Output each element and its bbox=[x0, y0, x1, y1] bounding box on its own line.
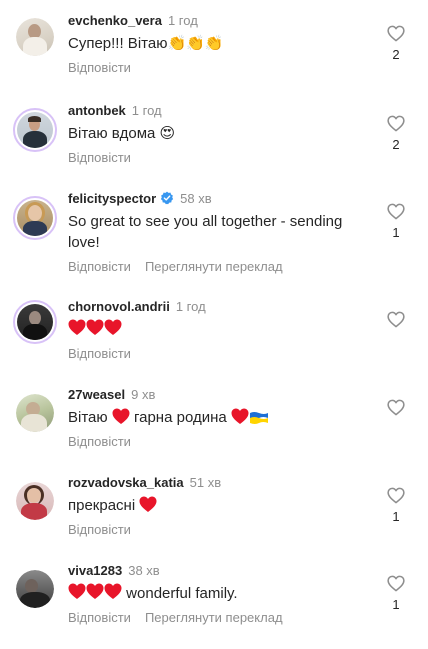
avatar[interactable] bbox=[13, 300, 57, 344]
reply-button[interactable]: Відповісти bbox=[68, 346, 131, 361]
comment-text: wonderful family. bbox=[68, 583, 388, 604]
like-button[interactable]: 1 bbox=[386, 487, 406, 524]
comment-time: 38 хв bbox=[128, 563, 160, 578]
comment-time: 1 год bbox=[167, 13, 198, 28]
comment-time: 9 хв bbox=[131, 387, 156, 402]
comment-time: 58 хв bbox=[180, 191, 212, 206]
clap-emoji: 👏👏👏 bbox=[167, 35, 224, 52]
reply-button[interactable]: Відповісти bbox=[68, 150, 131, 165]
reply-button[interactable]: Відповісти bbox=[68, 60, 131, 75]
red-heart-emoji bbox=[68, 319, 122, 335]
red-heart-emoji bbox=[112, 408, 130, 424]
comment-text bbox=[68, 319, 368, 340]
heart-outline-icon bbox=[387, 25, 405, 42]
red-heart-emoji bbox=[139, 496, 157, 512]
heart-outline-icon bbox=[387, 115, 405, 132]
avatar[interactable] bbox=[16, 394, 54, 432]
comment-text-content: Вітаю вдома bbox=[68, 125, 156, 142]
avatar[interactable] bbox=[13, 196, 57, 240]
avatar[interactable] bbox=[16, 570, 54, 608]
comment-text: Вітаю гарна родина bbox=[68, 407, 368, 428]
comment-text-part: гарна родина bbox=[133, 409, 227, 426]
like-button[interactable]: 2 bbox=[386, 25, 406, 62]
heart-outline-icon bbox=[387, 487, 405, 504]
see-translation-button[interactable]: Переглянути переклад bbox=[145, 610, 283, 625]
avatar[interactable] bbox=[13, 108, 57, 152]
comment-text-content: Супер!!! Вітаю bbox=[68, 35, 168, 52]
comment-text: прекрасні bbox=[68, 495, 368, 516]
comment-username[interactable]: 27weasel bbox=[68, 387, 125, 402]
comment-username[interactable]: rozvadovska_katia bbox=[68, 475, 184, 490]
like-button[interactable]: 1 bbox=[386, 203, 406, 240]
like-count: 1 bbox=[392, 225, 400, 240]
heart-outline-icon bbox=[387, 203, 405, 220]
red-heart-emoji bbox=[231, 408, 249, 424]
red-heart-emoji bbox=[68, 583, 122, 599]
like-button[interactable]: 2 bbox=[386, 115, 406, 152]
comment-text-part: прекрасні bbox=[68, 497, 136, 514]
ukraine-flag-emoji bbox=[249, 412, 268, 424]
like-count: 1 bbox=[392, 597, 400, 612]
heart-eyes-emoji: 😍 bbox=[159, 125, 176, 142]
comment-username[interactable]: viva1283 bbox=[68, 563, 122, 578]
comment-time: 51 хв bbox=[189, 475, 222, 490]
comment-text-part: Вітаю bbox=[68, 409, 108, 426]
like-button[interactable] bbox=[386, 311, 406, 328]
comments-list: evchenko_vera 1 год Супер!!! Вітаю👏👏👏 Від… bbox=[0, 0, 428, 649]
like-count: 2 bbox=[392, 47, 400, 62]
comment-username[interactable]: chornovol.andrii bbox=[68, 299, 170, 314]
comment-text-line: love! bbox=[68, 234, 100, 251]
reply-button[interactable]: Відповісти bbox=[68, 259, 131, 274]
see-translation-button[interactable]: Переглянути переклад bbox=[145, 259, 283, 274]
avatar[interactable] bbox=[16, 18, 54, 56]
like-count: 1 bbox=[392, 509, 400, 524]
comment-text: So great to see you all together - sendi… bbox=[68, 211, 388, 253]
comment-time: 1 год bbox=[175, 299, 206, 314]
heart-outline-icon bbox=[387, 575, 405, 592]
comment-text-line: So great to see you all together - sendi… bbox=[68, 213, 343, 230]
reply-button[interactable]: Відповісти bbox=[68, 522, 131, 537]
like-count: 2 bbox=[392, 137, 400, 152]
heart-outline-icon bbox=[387, 311, 405, 328]
comment-username[interactable]: evchenko_vera bbox=[68, 13, 162, 28]
reply-button[interactable]: Відповісти bbox=[68, 610, 131, 625]
like-button[interactable]: 1 bbox=[386, 575, 406, 612]
comment-time: 1 год bbox=[131, 103, 162, 118]
comment-text: Вітаю вдома 😍 bbox=[68, 123, 368, 144]
comment-text-part: wonderful family. bbox=[126, 585, 238, 602]
heart-outline-icon bbox=[387, 399, 405, 416]
comment-username[interactable]: antonbek bbox=[68, 103, 126, 118]
avatar[interactable] bbox=[16, 482, 54, 520]
comment-text: Супер!!! Вітаю👏👏👏 bbox=[68, 33, 368, 54]
verified-badge-icon bbox=[161, 191, 174, 205]
comment-username[interactable]: felicityspector bbox=[68, 191, 156, 206]
reply-button[interactable]: Відповісти bbox=[68, 434, 131, 449]
like-button[interactable] bbox=[386, 399, 406, 416]
